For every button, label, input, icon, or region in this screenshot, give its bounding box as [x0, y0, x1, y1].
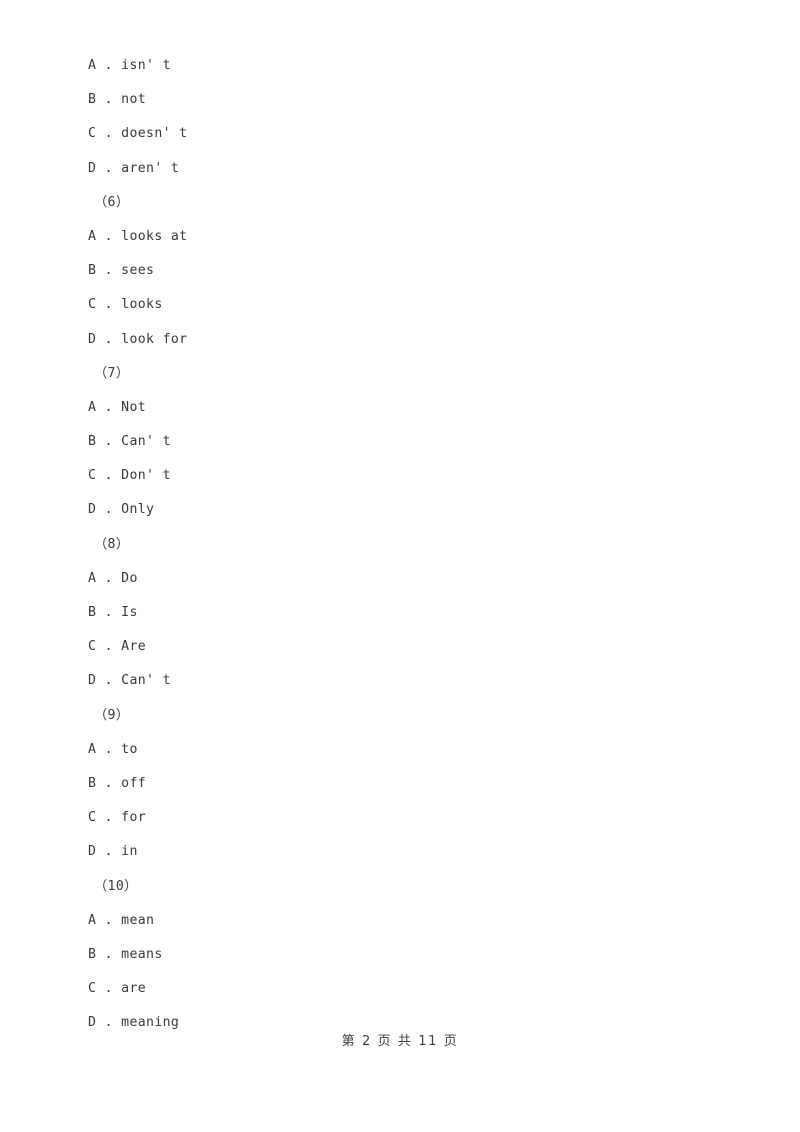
answer-option: D . aren' t [88, 160, 180, 176]
answer-option: D . look for [88, 331, 188, 347]
answer-option: A . isn' t [88, 58, 171, 73]
answer-option: B . means [88, 946, 163, 962]
answer-option: B . off [88, 775, 147, 791]
options-list: A . isn' t B . not C . doesn' t D . aren' t… [88, 49, 708, 1040]
answer-option: A . Do [88, 570, 138, 586]
answer-option: D . Only [88, 502, 155, 518]
question-number-label: （7） [94, 365, 130, 381]
answer-option: A . looks at [88, 228, 188, 244]
answer-option: D . in [88, 844, 138, 860]
answer-option: C . are [88, 981, 147, 997]
answer-option: C . Don' t [88, 468, 171, 484]
answer-option: A . mean [88, 912, 155, 928]
answer-option: C . for [88, 810, 147, 826]
answer-option: A . Not [88, 399, 147, 415]
question-number-label: （8） [94, 536, 130, 552]
answer-option: B . not [88, 92, 147, 108]
question-number-label: （9） [94, 707, 130, 723]
answer-option: A . to [88, 741, 138, 757]
answer-option: B . Is [88, 605, 138, 620]
document-page: A . isn' t B . not C . doesn' t D . aren' t… [0, 0, 800, 1132]
answer-option: C . doesn' t [88, 126, 188, 142]
question-number-label: （6） [94, 194, 130, 210]
page-footer: 第 2 页 共 11 页 [341, 1034, 459, 1049]
answer-option: C . looks [88, 297, 163, 313]
answer-option: C . Are [88, 639, 147, 655]
answer-option: B . sees [88, 263, 155, 279]
answer-option: D . Can' t [88, 673, 171, 689]
answer-option: B . Can' t [88, 434, 171, 450]
question-number-label: （10） [94, 878, 138, 894]
